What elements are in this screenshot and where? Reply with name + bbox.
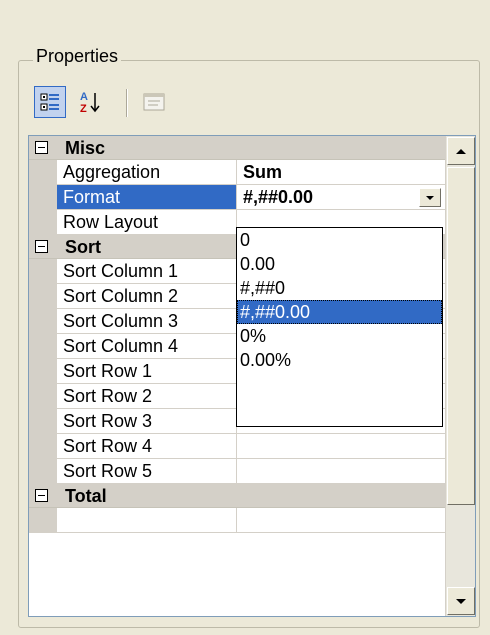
collapse-total-icon[interactable]: [35, 489, 48, 502]
property-name[interactable]: Sort Row 5: [57, 459, 237, 484]
format-option[interactable]: 0: [237, 228, 442, 252]
row-gutter: [29, 359, 57, 384]
toolbar-separator: [126, 89, 127, 117]
row-gutter: [29, 409, 57, 434]
scrollbar-thumb[interactable]: [447, 167, 475, 505]
format-value: #,##0.00: [243, 187, 314, 207]
property-name[interactable]: Sort Row 4: [57, 434, 237, 459]
property-pages-icon: [143, 93, 165, 111]
category-total-label: Total: [65, 486, 107, 506]
property-value[interactable]: [237, 459, 445, 484]
chevron-down-icon: [426, 195, 434, 200]
property-pages-button[interactable]: [138, 86, 170, 118]
row-gutter: [29, 459, 57, 484]
category-total: Total: [29, 484, 445, 508]
az-top-letter: A: [80, 91, 88, 103]
property-name[interactable]: Sort Column 2: [57, 284, 237, 309]
categorized-icon: [40, 93, 59, 111]
row-gutter: [29, 508, 57, 533]
property-row-format[interactable]: Format #,##0.00: [29, 185, 445, 210]
category-sort-label: Sort: [65, 237, 101, 257]
vertical-scrollbar[interactable]: [445, 136, 475, 616]
property-name[interactable]: Sort Column 1: [57, 259, 237, 284]
property-value[interactable]: Sum: [237, 160, 445, 185]
property-row-sort-row-4[interactable]: Sort Row 4: [29, 434, 445, 459]
property-name[interactable]: Format: [57, 185, 237, 210]
format-dropdown-button[interactable]: [419, 188, 441, 207]
property-name[interactable]: [57, 508, 237, 533]
property-row-aggregation[interactable]: Aggregation Sum: [29, 160, 445, 185]
property-value[interactable]: [237, 434, 445, 459]
properties-toolbar: A Z: [34, 83, 194, 123]
az-bottom-letter: Z: [80, 103, 87, 115]
chevron-down-icon: [456, 598, 466, 604]
categorized-button[interactable]: [34, 86, 66, 118]
property-name[interactable]: Sort Column 4: [57, 334, 237, 359]
format-option[interactable]: #,##0: [237, 276, 442, 300]
scroll-down-button[interactable]: [447, 587, 475, 615]
collapse-sort-icon[interactable]: [35, 240, 48, 253]
alphabetical-sort-icon: A Z: [80, 91, 100, 115]
chevron-up-icon: [456, 148, 466, 154]
property-row-partial[interactable]: [29, 508, 445, 533]
properties-title: Properties: [33, 46, 122, 67]
property-name[interactable]: Aggregation: [57, 160, 237, 185]
format-option[interactable]: 0%: [237, 324, 442, 348]
collapse-misc-icon[interactable]: [35, 141, 48, 154]
row-gutter: [29, 284, 57, 309]
property-name[interactable]: Sort Column 3: [57, 309, 237, 334]
row-gutter: [29, 334, 57, 359]
property-name[interactable]: Sort Row 3: [57, 409, 237, 434]
row-gutter: [29, 434, 57, 459]
row-gutter: [29, 185, 57, 210]
property-name[interactable]: Sort Row 2: [57, 384, 237, 409]
row-gutter: [29, 210, 57, 235]
scroll-up-button[interactable]: [447, 137, 475, 165]
property-name[interactable]: Sort Row 1: [57, 359, 237, 384]
alphabetical-button[interactable]: A Z: [74, 86, 106, 118]
row-gutter: [29, 259, 57, 284]
row-gutter: [29, 309, 57, 334]
category-misc: Misc: [29, 136, 445, 160]
format-dropdown-list[interactable]: 0 0.00 #,##0 #,##0.00 0% 0.00%: [236, 227, 443, 427]
property-row-sort-row-5[interactable]: Sort Row 5: [29, 459, 445, 484]
property-value[interactable]: [237, 508, 445, 533]
row-gutter: [29, 160, 57, 185]
category-misc-label: Misc: [65, 138, 106, 158]
format-value-combo[interactable]: #,##0.00: [237, 185, 445, 210]
format-option-selected[interactable]: #,##0.00: [237, 300, 442, 324]
format-option[interactable]: 0.00%: [237, 348, 442, 372]
row-gutter: [29, 384, 57, 409]
property-name[interactable]: Row Layout: [57, 210, 237, 235]
format-option[interactable]: 0.00: [237, 252, 442, 276]
